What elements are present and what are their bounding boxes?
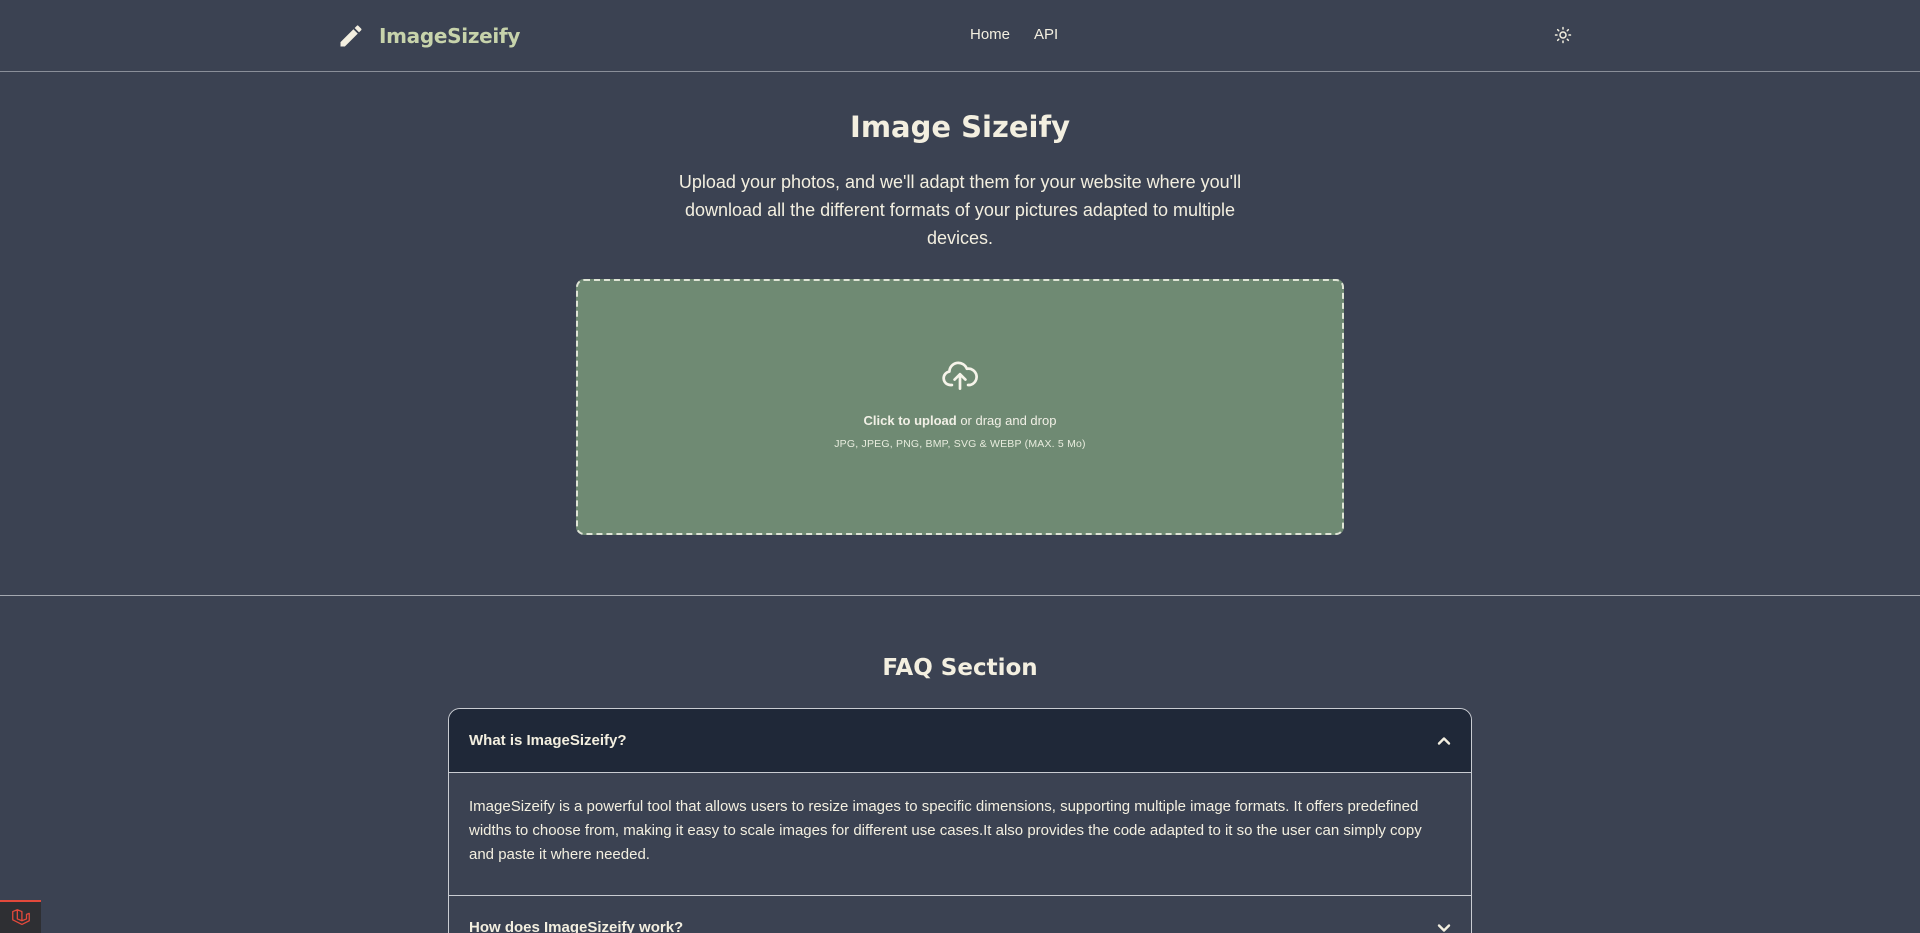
faq-title: FAQ Section bbox=[882, 655, 1038, 681]
page-description: Upload your photos, and we'll adapt them… bbox=[678, 172, 1242, 248]
sun-icon bbox=[1554, 26, 1572, 44]
upload-action-rest: or drag and drop bbox=[960, 413, 1057, 428]
nav-links: Home API bbox=[970, 26, 1058, 43]
brand-name: ImageSizeify bbox=[379, 24, 521, 48]
upload-action-text: Click to upload bbox=[863, 413, 957, 428]
upload-instructions: Click to upload or drag and drop bbox=[578, 413, 1342, 428]
section-divider bbox=[0, 595, 1920, 596]
upload-dropzone[interactable]: Click to upload or drag and drop JPG, JP… bbox=[576, 279, 1344, 535]
faq-question-what-is[interactable]: What is ImageSizeify? bbox=[449, 709, 1471, 773]
faq-question-text: What is ImageSizeify? bbox=[469, 732, 627, 749]
pencil-icon bbox=[340, 25, 362, 47]
page-title: Image Sizeify bbox=[850, 110, 1070, 144]
navbar: ImageSizeify Home API bbox=[0, 0, 1920, 72]
cloud-upload-icon bbox=[942, 361, 978, 390]
laravel-logo-icon bbox=[11, 908, 30, 925]
chevron-up-icon bbox=[1437, 736, 1451, 745]
faq-answer: ImageSizeify is a powerful tool that all… bbox=[469, 798, 1422, 863]
nav-link-api[interactable]: API bbox=[1034, 26, 1058, 43]
nav-link-home[interactable]: Home bbox=[970, 26, 1010, 43]
laravel-debugbar-toggle[interactable] bbox=[0, 900, 41, 933]
chevron-down-icon bbox=[1437, 923, 1451, 932]
faq-question-text: How does ImageSizeify work? bbox=[469, 919, 684, 933]
faq-accordion: What is ImageSizeify? ImageSizeify is a … bbox=[448, 708, 1472, 933]
theme-toggle-button[interactable] bbox=[1553, 25, 1573, 45]
faq-question-how-works[interactable]: How does ImageSizeify work? bbox=[449, 895, 1471, 933]
upload-format-hint: JPG, JPEG, PNG, BMP, SVG & WEBP (MAX. 5 … bbox=[834, 438, 1086, 450]
brand-link[interactable]: ImageSizeify bbox=[337, 20, 520, 52]
